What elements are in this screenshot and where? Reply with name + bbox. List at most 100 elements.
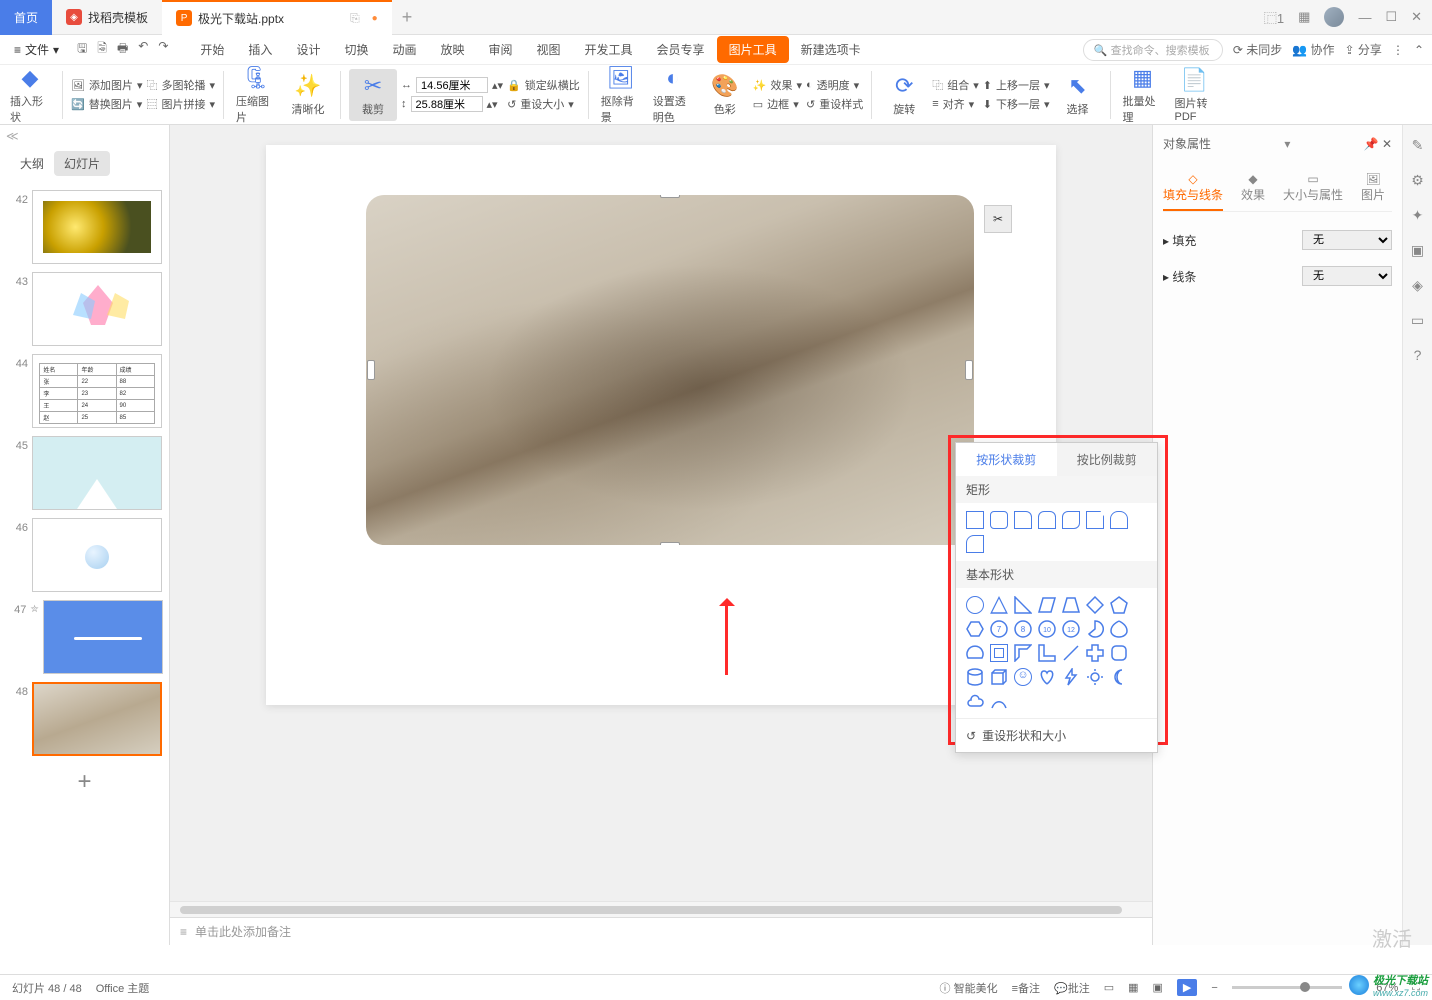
shape-snip-corner[interactable] [1086,511,1104,529]
reset-size-button[interactable]: ↺ 重设大小 ▾ [507,96,580,112]
menu-tab-insert[interactable]: 插入 [236,36,284,63]
tab-template[interactable]: ◈ 找稻壳模板 [52,0,162,35]
crop-handle-tr[interactable] [961,195,974,208]
file-menu[interactable]: ≡ 文件 ▾ [8,39,65,60]
new-tab-button[interactable]: + [392,7,423,28]
shape-lightning[interactable] [1062,668,1080,686]
menu-tab-start[interactable]: 开始 [188,36,236,63]
horizontal-scrollbar[interactable] [170,901,1152,917]
remove-bg-button[interactable]: 🖼抠除背景 [597,65,645,125]
add-picture-button[interactable]: 🖼 添加图片 ▾ [71,77,143,93]
shape-rect[interactable] [966,511,984,529]
layout-icon[interactable]: ⿸1 [1264,8,1284,27]
view-normal-icon[interactable]: ▭ [1104,981,1114,994]
shape-sun[interactable] [1086,668,1104,686]
undo-icon[interactable]: ↶ [138,39,148,60]
crop-handle-bottom[interactable] [660,542,680,545]
thumb-42[interactable] [32,190,162,264]
redo-icon[interactable]: ↷ [158,39,168,60]
shape-diamond[interactable] [1086,596,1104,614]
shape-cube[interactable] [990,668,1008,686]
collapse-panel-icon[interactable]: ≪ [0,125,169,147]
selected-image[interactable] [366,195,974,545]
crop-by-ratio-tab[interactable]: 按比例裁剪 [1057,443,1158,476]
crop-handle-right[interactable] [965,360,973,380]
menu-tab-new[interactable]: 新建选项卡 [789,36,873,63]
slides-tab[interactable]: 幻灯片 [54,151,110,176]
picture-tab[interactable]: 🖼图片 [1361,166,1385,211]
transparency-button[interactable]: ◐ 透明度 ▾ [806,77,863,93]
rail-clip-icon[interactable]: ▣ [1411,242,1424,259]
thumb-48[interactable] [32,682,162,756]
set-transparent-button[interactable]: ◐设置透明色 [649,65,697,125]
height-input[interactable] [411,96,483,112]
rail-style-icon[interactable]: ✎ [1412,137,1424,154]
shape-pie[interactable] [1086,620,1104,638]
tab-home[interactable]: 首页 [0,0,52,35]
thumbnail-list[interactable]: 42 43 44姓名年龄成绩张2288李2382王2490赵2585 45 46… [0,180,169,945]
shape-moon[interactable] [1110,668,1128,686]
add-slide-button[interactable]: + [0,760,169,804]
crop-button[interactable]: ✂裁剪 [349,69,397,121]
slide[interactable]: ✂ [266,145,1056,705]
shape-oval[interactable] [966,596,984,614]
clarity-button[interactable]: ✨清晰化 [284,73,332,117]
shape-right-triangle[interactable] [1014,596,1032,614]
thumb-43[interactable] [32,272,162,346]
notes-pane[interactable]: ≡单击此处添加备注 [170,917,1152,945]
effect-tab[interactable]: ◆效果 [1241,166,1265,211]
multi-outline-button[interactable]: ⿻ 多图轮播 ▾ [147,77,216,93]
fill-select[interactable]: 无 [1302,230,1392,250]
shape-snip2[interactable] [1038,511,1056,529]
menu-tab-animation[interactable]: 动画 [380,36,428,63]
reset-style-button[interactable]: ↺ 重设样式 [806,96,863,112]
line-select[interactable]: 无 [1302,266,1392,286]
thumb-45[interactable] [32,436,162,510]
menu-tab-transition[interactable]: 切换 [332,36,380,63]
command-search[interactable]: 🔍 查找命令、搜索模板 [1083,39,1223,61]
reset-shape-size-button[interactable]: ↺重设形状和大小 [956,718,1157,752]
insert-shape-button[interactable]: ◆插入形状 [6,65,54,125]
to-pdf-button[interactable]: 📄图片转PDF [1171,67,1219,123]
shape-snip-diag[interactable] [1062,511,1080,529]
collapse-ribbon-icon[interactable]: ⌃ [1414,43,1424,57]
print-preview-icon[interactable]: 🗟 [97,39,107,60]
shape-triangle[interactable] [990,596,1008,614]
rail-animate-icon[interactable]: ✦ [1412,207,1424,224]
comment-toggle[interactable]: 💬批注 [1054,980,1090,996]
beautify-button[interactable]: ⓘ 智能美化 [940,980,998,996]
close-button[interactable]: ✕ [1411,9,1422,25]
color-button[interactable]: 🎨色彩 [701,73,749,117]
apps-icon[interactable]: ▦ [1298,9,1310,25]
size-prop-tab[interactable]: ▭大小与属性 [1283,166,1343,211]
shape-l[interactable] [1038,644,1056,662]
avatar[interactable] [1324,7,1344,27]
border-button[interactable]: ▭ 边框 ▾ [753,96,802,112]
shape-snip1[interactable] [1014,511,1032,529]
fill-line-tab[interactable]: ◇填充与线条 [1163,166,1223,211]
shape-cloud[interactable] [966,692,984,710]
shape-hexagon[interactable] [966,620,984,638]
view-reading-icon[interactable]: ▣ [1153,981,1163,994]
rail-settings-icon[interactable]: ⚙ [1411,172,1424,189]
shape-cross[interactable] [1086,644,1104,662]
shape-arc[interactable] [990,692,1008,710]
crop-handle-top[interactable] [660,195,680,198]
menu-tab-review[interactable]: 审阅 [477,36,525,63]
thumb-47[interactable] [43,600,163,674]
collab-button[interactable]: 👥 协作 [1292,41,1334,58]
print-icon[interactable]: 🖶 [117,39,128,60]
shape-dodecagon[interactable]: 12 [1062,620,1080,638]
rail-assets-icon[interactable]: ◈ [1412,277,1423,294]
crop-float-button[interactable]: ✂ [984,205,1012,233]
tab-document[interactable]: P 极光下载站.pptx ⎘ ● [162,0,392,35]
crop-handle-tl[interactable] [366,195,379,208]
replace-picture-button[interactable]: 🔄 替换图片 ▾ [71,96,143,112]
crop-handle-left[interactable] [367,360,375,380]
thumb-44[interactable]: 姓名年龄成绩张2288李2382王2490赵2585 [32,354,162,428]
shape-teardrop[interactable] [1110,620,1128,638]
menu-tab-slideshow[interactable]: 放映 [428,36,476,63]
effect-button[interactable]: ✨ 效果 ▾ [753,77,802,93]
send-backward-button[interactable]: ⬇ 下移一层 ▾ [983,96,1050,112]
menu-tab-image-tools[interactable]: 图片工具 [717,36,789,63]
